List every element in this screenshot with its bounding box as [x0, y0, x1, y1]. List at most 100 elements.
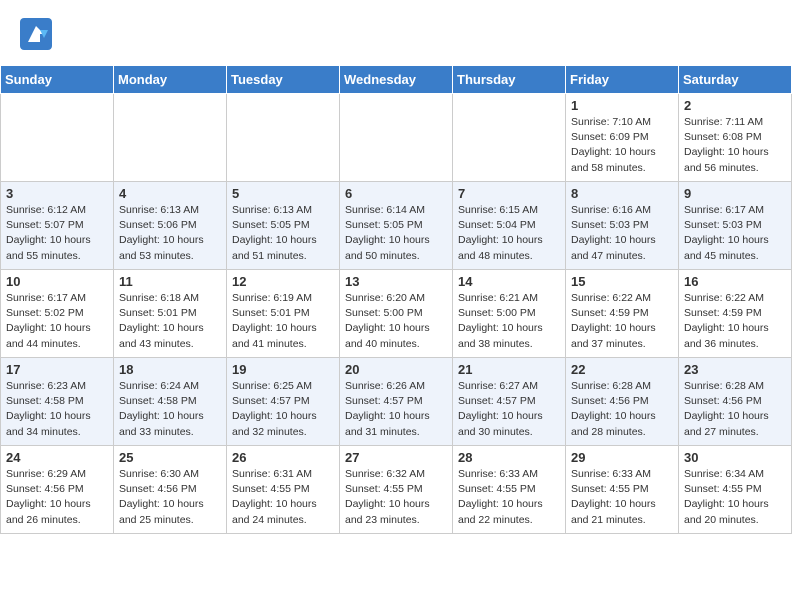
calendar-cell: 11Sunrise: 6:18 AM Sunset: 5:01 PM Dayli… [114, 270, 227, 358]
day-info: Sunrise: 6:16 AM Sunset: 5:03 PM Dayligh… [571, 203, 673, 264]
calendar-header-friday: Friday [566, 66, 679, 94]
day-info: Sunrise: 6:33 AM Sunset: 4:55 PM Dayligh… [458, 467, 560, 528]
day-info: Sunrise: 6:33 AM Sunset: 4:55 PM Dayligh… [571, 467, 673, 528]
day-number: 15 [571, 274, 673, 289]
calendar-cell: 7Sunrise: 6:15 AM Sunset: 5:04 PM Daylig… [453, 182, 566, 270]
day-number: 27 [345, 450, 447, 465]
day-info: Sunrise: 6:32 AM Sunset: 4:55 PM Dayligh… [345, 467, 447, 528]
day-number: 16 [684, 274, 786, 289]
calendar-cell: 15 Sunrise: 6:22 AM Sunset: 4:59 PM Dayli… [566, 270, 679, 358]
day-info: Sunrise: 7:11 AM Sunset: 6:08 PM Dayligh… [684, 115, 786, 176]
day-number: 13 [345, 274, 447, 289]
day-number: 2 [684, 98, 786, 113]
day-number: 14 [458, 274, 560, 289]
day-number: 26 [232, 450, 334, 465]
calendar-cell: 30 Sunrise: 6:34 AM Sunset: 4:55 PM Dayli… [679, 446, 792, 534]
calendar-cell: 25 Sunrise: 6:30 AM Sunset: 4:56 PM Dayli… [114, 446, 227, 534]
calendar-cell: 12 Sunrise: 6:19 AM Sunset: 5:01 PM Dayli… [227, 270, 340, 358]
calendar-week-row: 24Sunrise: 6:29 AM Sunset: 4:56 PM Dayli… [1, 446, 792, 534]
calendar-cell: 1Sunrise: 7:10 AM Sunset: 6:09 PM Daylig… [566, 94, 679, 182]
calendar-cell: 19 Sunrise: 6:25 AM Sunset: 4:57 PM Dayli… [227, 358, 340, 446]
calendar-cell: 3 Sunrise: 6:12 AM Sunset: 5:07 PM Daylig… [1, 182, 114, 270]
day-number: 19 [232, 362, 334, 377]
day-number: 3 [6, 186, 108, 201]
calendar-cell: 2 Sunrise: 7:11 AM Sunset: 6:08 PM Daylig… [679, 94, 792, 182]
day-info: Sunrise: 6:22 AM Sunset: 4:59 PM Dayligh… [684, 291, 786, 352]
calendar-header-tuesday: Tuesday [227, 66, 340, 94]
calendar-week-row: 10 Sunrise: 6:17 AM Sunset: 5:02 PM Dayli… [1, 270, 792, 358]
day-number: 17 [6, 362, 108, 377]
day-number: 4 [119, 186, 221, 201]
calendar-cell: 5 Sunrise: 6:13 AM Sunset: 5:05 PM Daylig… [227, 182, 340, 270]
day-info: Sunrise: 6:13 AM Sunset: 5:05 PM Dayligh… [232, 203, 334, 264]
calendar-cell [1, 94, 114, 182]
calendar-cell: 23 Sunrise: 6:28 AM Sunset: 4:56 PM Dayli… [679, 358, 792, 446]
calendar-table: SundayMondayTuesdayWednesdayThursdayFrid… [0, 65, 792, 534]
day-info: Sunrise: 6:17 AM Sunset: 5:03 PM Dayligh… [684, 203, 786, 264]
day-number: 1 [571, 98, 673, 113]
day-info: Sunrise: 6:19 AM Sunset: 5:01 PM Dayligh… [232, 291, 334, 352]
day-info: Sunrise: 6:28 AM Sunset: 4:56 PM Dayligh… [684, 379, 786, 440]
calendar-cell: 9 Sunrise: 6:17 AM Sunset: 5:03 PM Daylig… [679, 182, 792, 270]
calendar-cell [453, 94, 566, 182]
calendar-week-row: 17 Sunrise: 6:23 AM Sunset: 4:58 PM Dayli… [1, 358, 792, 446]
calendar-cell: 22 Sunrise: 6:28 AM Sunset: 4:56 PM Dayli… [566, 358, 679, 446]
day-number: 24 [6, 450, 108, 465]
day-info: Sunrise: 6:34 AM Sunset: 4:55 PM Dayligh… [684, 467, 786, 528]
calendar-cell: 10 Sunrise: 6:17 AM Sunset: 5:02 PM Dayli… [1, 270, 114, 358]
calendar-cell: 8Sunrise: 6:16 AM Sunset: 5:03 PM Daylig… [566, 182, 679, 270]
calendar-cell [340, 94, 453, 182]
calendar-cell [227, 94, 340, 182]
calendar-week-row: 3 Sunrise: 6:12 AM Sunset: 5:07 PM Daylig… [1, 182, 792, 270]
calendar-week-row: 1Sunrise: 7:10 AM Sunset: 6:09 PM Daylig… [1, 94, 792, 182]
day-number: 30 [684, 450, 786, 465]
day-info: Sunrise: 6:17 AM Sunset: 5:02 PM Dayligh… [6, 291, 108, 352]
day-info: Sunrise: 6:25 AM Sunset: 4:57 PM Dayligh… [232, 379, 334, 440]
day-info: Sunrise: 6:26 AM Sunset: 4:57 PM Dayligh… [345, 379, 447, 440]
day-info: Sunrise: 6:31 AM Sunset: 4:55 PM Dayligh… [232, 467, 334, 528]
calendar-header-sunday: Sunday [1, 66, 114, 94]
day-number: 9 [684, 186, 786, 201]
day-number: 23 [684, 362, 786, 377]
day-number: 11 [119, 274, 221, 289]
day-info: Sunrise: 6:14 AM Sunset: 5:05 PM Dayligh… [345, 203, 447, 264]
day-info: Sunrise: 6:24 AM Sunset: 4:58 PM Dayligh… [119, 379, 221, 440]
calendar-cell: 6 Sunrise: 6:14 AM Sunset: 5:05 PM Daylig… [340, 182, 453, 270]
calendar-header-monday: Monday [114, 66, 227, 94]
day-number: 21 [458, 362, 560, 377]
calendar-cell: 14 Sunrise: 6:21 AM Sunset: 5:00 PM Dayli… [453, 270, 566, 358]
calendar-cell [114, 94, 227, 182]
day-info: Sunrise: 6:15 AM Sunset: 5:04 PM Dayligh… [458, 203, 560, 264]
calendar-cell: 29Sunrise: 6:33 AM Sunset: 4:55 PM Dayli… [566, 446, 679, 534]
day-info: Sunrise: 6:23 AM Sunset: 4:58 PM Dayligh… [6, 379, 108, 440]
day-number: 10 [6, 274, 108, 289]
day-info: Sunrise: 6:21 AM Sunset: 5:00 PM Dayligh… [458, 291, 560, 352]
calendar-cell: 4Sunrise: 6:13 AM Sunset: 5:06 PM Daylig… [114, 182, 227, 270]
calendar-cell: 28Sunrise: 6:33 AM Sunset: 4:55 PM Dayli… [453, 446, 566, 534]
logo [20, 18, 58, 55]
day-number: 6 [345, 186, 447, 201]
calendar-cell: 24Sunrise: 6:29 AM Sunset: 4:56 PM Dayli… [1, 446, 114, 534]
day-number: 20 [345, 362, 447, 377]
day-info: Sunrise: 6:20 AM Sunset: 5:00 PM Dayligh… [345, 291, 447, 352]
calendar-header-wednesday: Wednesday [340, 66, 453, 94]
calendar-cell: 17 Sunrise: 6:23 AM Sunset: 4:58 PM Dayli… [1, 358, 114, 446]
calendar-cell: 18Sunrise: 6:24 AM Sunset: 4:58 PM Dayli… [114, 358, 227, 446]
calendar-cell: 20 Sunrise: 6:26 AM Sunset: 4:57 PM Dayli… [340, 358, 453, 446]
calendar-cell: 26 Sunrise: 6:31 AM Sunset: 4:55 PM Dayli… [227, 446, 340, 534]
day-info: Sunrise: 6:12 AM Sunset: 5:07 PM Dayligh… [6, 203, 108, 264]
calendar-header-saturday: Saturday [679, 66, 792, 94]
day-info: Sunrise: 6:28 AM Sunset: 4:56 PM Dayligh… [571, 379, 673, 440]
day-number: 5 [232, 186, 334, 201]
day-info: Sunrise: 6:27 AM Sunset: 4:57 PM Dayligh… [458, 379, 560, 440]
day-number: 25 [119, 450, 221, 465]
day-info: Sunrise: 6:22 AM Sunset: 4:59 PM Dayligh… [571, 291, 673, 352]
logo-icon [20, 18, 52, 50]
calendar-cell: 21 Sunrise: 6:27 AM Sunset: 4:57 PM Dayli… [453, 358, 566, 446]
page-header [0, 0, 792, 65]
day-info: Sunrise: 6:30 AM Sunset: 4:56 PM Dayligh… [119, 467, 221, 528]
day-number: 22 [571, 362, 673, 377]
calendar-cell: 13 Sunrise: 6:20 AM Sunset: 5:00 PM Dayli… [340, 270, 453, 358]
day-number: 12 [232, 274, 334, 289]
calendar-header-thursday: Thursday [453, 66, 566, 94]
